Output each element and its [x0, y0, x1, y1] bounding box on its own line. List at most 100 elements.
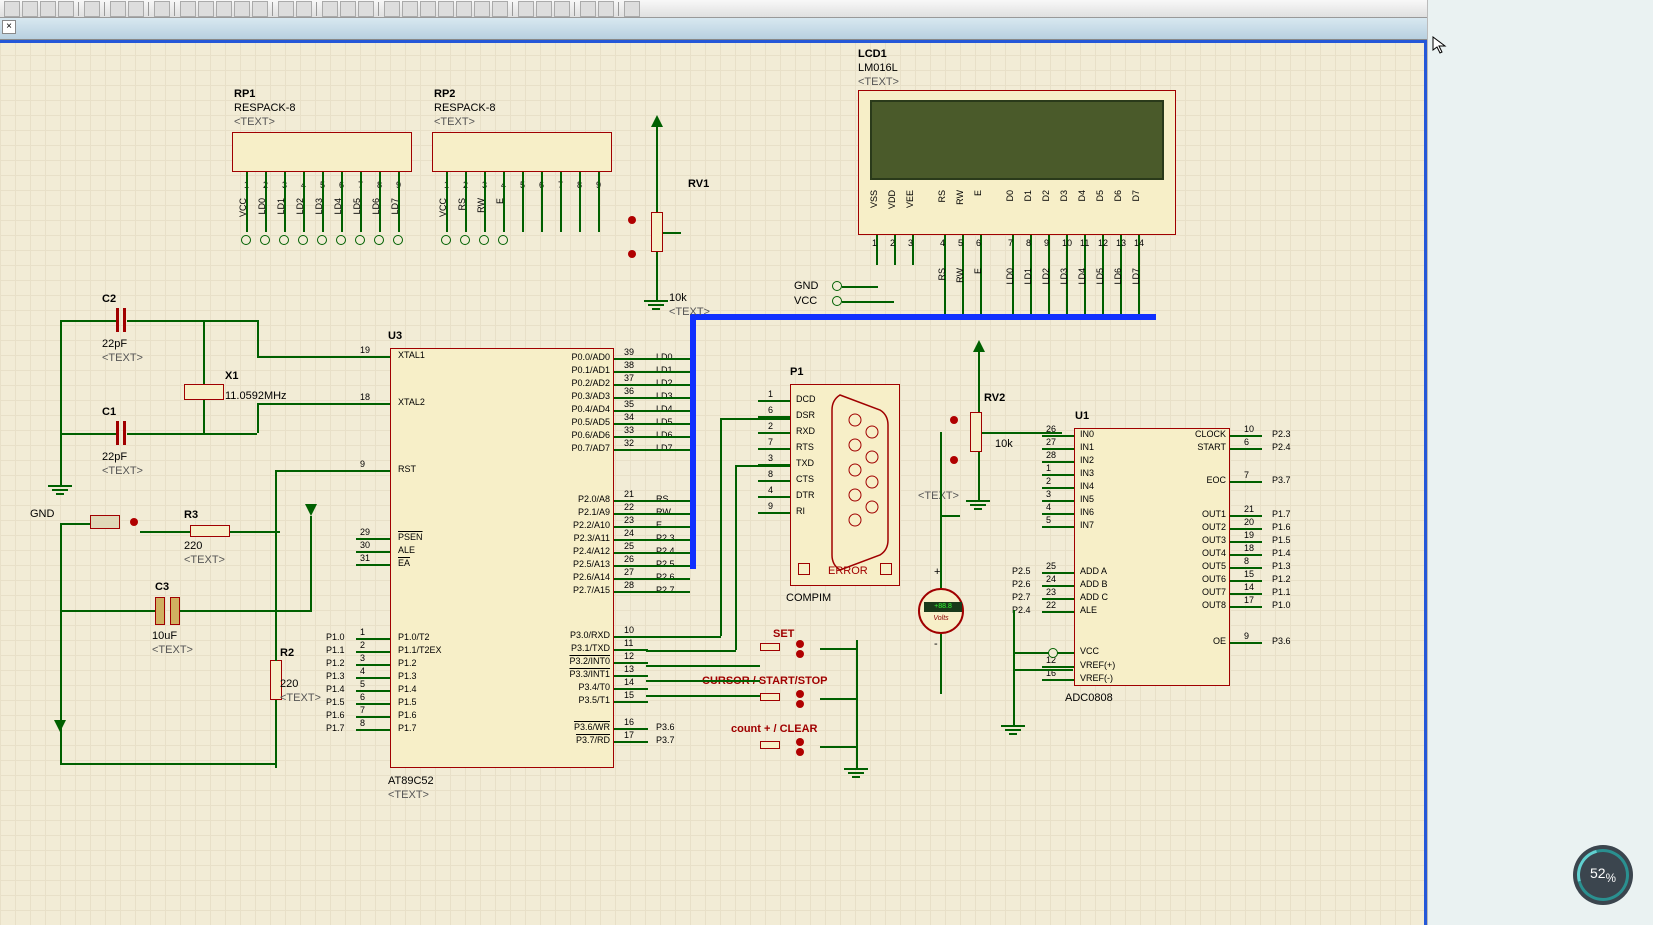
- switch[interactable]: [90, 515, 120, 529]
- terminal[interactable]: [336, 235, 346, 245]
- toolbar-button[interactable]: [580, 1, 596, 17]
- pin-num: 25: [1046, 561, 1056, 571]
- net-label: LD2: [656, 378, 673, 388]
- lcd-val: LM016L: [858, 62, 898, 74]
- rv2-body[interactable]: [970, 412, 982, 452]
- gnd-terminal[interactable]: [832, 281, 842, 291]
- x1-body[interactable]: [184, 384, 224, 400]
- toolbar-button[interactable]: [252, 1, 268, 17]
- wire: [648, 539, 690, 541]
- pin-name: START: [1176, 442, 1226, 452]
- toolbar-button[interactable]: [420, 1, 436, 17]
- toolbar-button[interactable]: [296, 1, 312, 17]
- pin-num: 21: [624, 489, 634, 499]
- toolbar-button[interactable]: [554, 1, 570, 17]
- toolbar-button[interactable]: [402, 1, 418, 17]
- toolbar-button[interactable]: [40, 1, 56, 17]
- toolbar-button[interactable]: [536, 1, 552, 17]
- c3-body[interactable]: [155, 597, 165, 625]
- terminal[interactable]: [355, 235, 365, 245]
- net-label: P3.6: [656, 722, 675, 732]
- toolbar-button[interactable]: [128, 1, 144, 17]
- toolbar-button[interactable]: [180, 1, 196, 17]
- toolbar-button[interactable]: [58, 1, 74, 17]
- x1-val: 11.0592MHz: [225, 390, 287, 402]
- pin-num: 23: [624, 515, 634, 525]
- toolbar-button[interactable]: [234, 1, 250, 17]
- toolbar-button[interactable]: [110, 1, 126, 17]
- pin-name: P2.2/A10: [550, 520, 610, 530]
- net-label: P2.7: [656, 585, 675, 595]
- pin-name: P0.2/AD2: [550, 378, 610, 388]
- toolbar-button[interactable]: [438, 1, 454, 17]
- pin-num: 15: [1244, 569, 1254, 579]
- terminal[interactable]: [241, 235, 251, 245]
- r3-body[interactable]: [190, 525, 230, 537]
- pin-num: 4: [940, 238, 945, 248]
- pin-name: VSS: [869, 190, 879, 208]
- toolbar-button[interactable]: [624, 1, 640, 17]
- minus-label: -: [934, 638, 938, 650]
- toolbar-button[interactable]: [340, 1, 356, 17]
- terminal[interactable]: [298, 235, 308, 245]
- net-label: P2.7: [1012, 592, 1031, 602]
- terminal[interactable]: [374, 235, 384, 245]
- pin-name: OE: [1176, 636, 1226, 646]
- pin-num: 9: [1244, 631, 1249, 641]
- toolbar-button[interactable]: [198, 1, 214, 17]
- terminal[interactable]: [498, 235, 508, 245]
- terminal[interactable]: [460, 235, 470, 245]
- rp2-body[interactable]: [432, 132, 612, 172]
- vcc-terminal[interactable]: [1048, 648, 1058, 658]
- cursor-button[interactable]: [760, 690, 820, 706]
- u1-ref: U1: [1075, 410, 1089, 422]
- wire: [541, 172, 543, 232]
- schematic-canvas[interactable]: RP1 RESPACK-8 <TEXT> 1VCC2LD03LD14LD25LD…: [0, 40, 1653, 925]
- pin-num: 24: [1046, 574, 1056, 584]
- terminal[interactable]: [479, 235, 489, 245]
- terminal[interactable]: [393, 235, 403, 245]
- voltmeter[interactable]: +88.8 Volts: [918, 588, 964, 634]
- toolbar-button[interactable]: [358, 1, 374, 17]
- net-label: LD0: [656, 352, 673, 362]
- toolbar-button[interactable]: [216, 1, 232, 17]
- count-button[interactable]: [760, 738, 820, 754]
- rp2-ref: RP2: [434, 88, 455, 100]
- toolbar-button[interactable]: [456, 1, 472, 17]
- toolbar-button[interactable]: [322, 1, 338, 17]
- net-label: LD6: [656, 430, 673, 440]
- toolbar-button[interactable]: [384, 1, 400, 17]
- c1-txt: <TEXT>: [102, 465, 143, 477]
- net-label: P2.3: [1272, 429, 1291, 439]
- terminal[interactable]: [441, 235, 451, 245]
- pin-name: EA: [398, 558, 410, 568]
- pin-num: 5: [958, 238, 963, 248]
- toolbar-button[interactable]: [492, 1, 508, 17]
- net-label: P1.0: [326, 632, 345, 642]
- terminal[interactable]: [279, 235, 289, 245]
- rv1-body[interactable]: [651, 212, 663, 252]
- terminal[interactable]: [260, 235, 270, 245]
- toolbar-button[interactable]: [154, 1, 170, 17]
- vcc-terminal[interactable]: [832, 296, 842, 306]
- close-icon[interactable]: ×: [2, 20, 16, 34]
- net-label: P1.5: [1272, 535, 1291, 545]
- toolbar-button[interactable]: [278, 1, 294, 17]
- toolbar-button[interactable]: [518, 1, 534, 17]
- net-label: LD3: [656, 391, 673, 401]
- pin-num: 13: [624, 664, 634, 674]
- toolbar-button[interactable]: [84, 1, 100, 17]
- pin-name: VREF(-): [1080, 673, 1113, 683]
- probe-dot[interactable]: [130, 518, 138, 526]
- wire: [284, 172, 286, 232]
- terminal[interactable]: [317, 235, 327, 245]
- toolbar-button[interactable]: [22, 1, 38, 17]
- toolbar-button[interactable]: [474, 1, 490, 17]
- rp1-body[interactable]: [232, 132, 412, 172]
- toolbar-button[interactable]: [4, 1, 20, 17]
- toolbar-button[interactable]: [598, 1, 614, 17]
- pin-num: 6: [1244, 437, 1249, 447]
- wire: [648, 526, 690, 528]
- wire: [648, 449, 690, 451]
- set-button[interactable]: [760, 640, 820, 656]
